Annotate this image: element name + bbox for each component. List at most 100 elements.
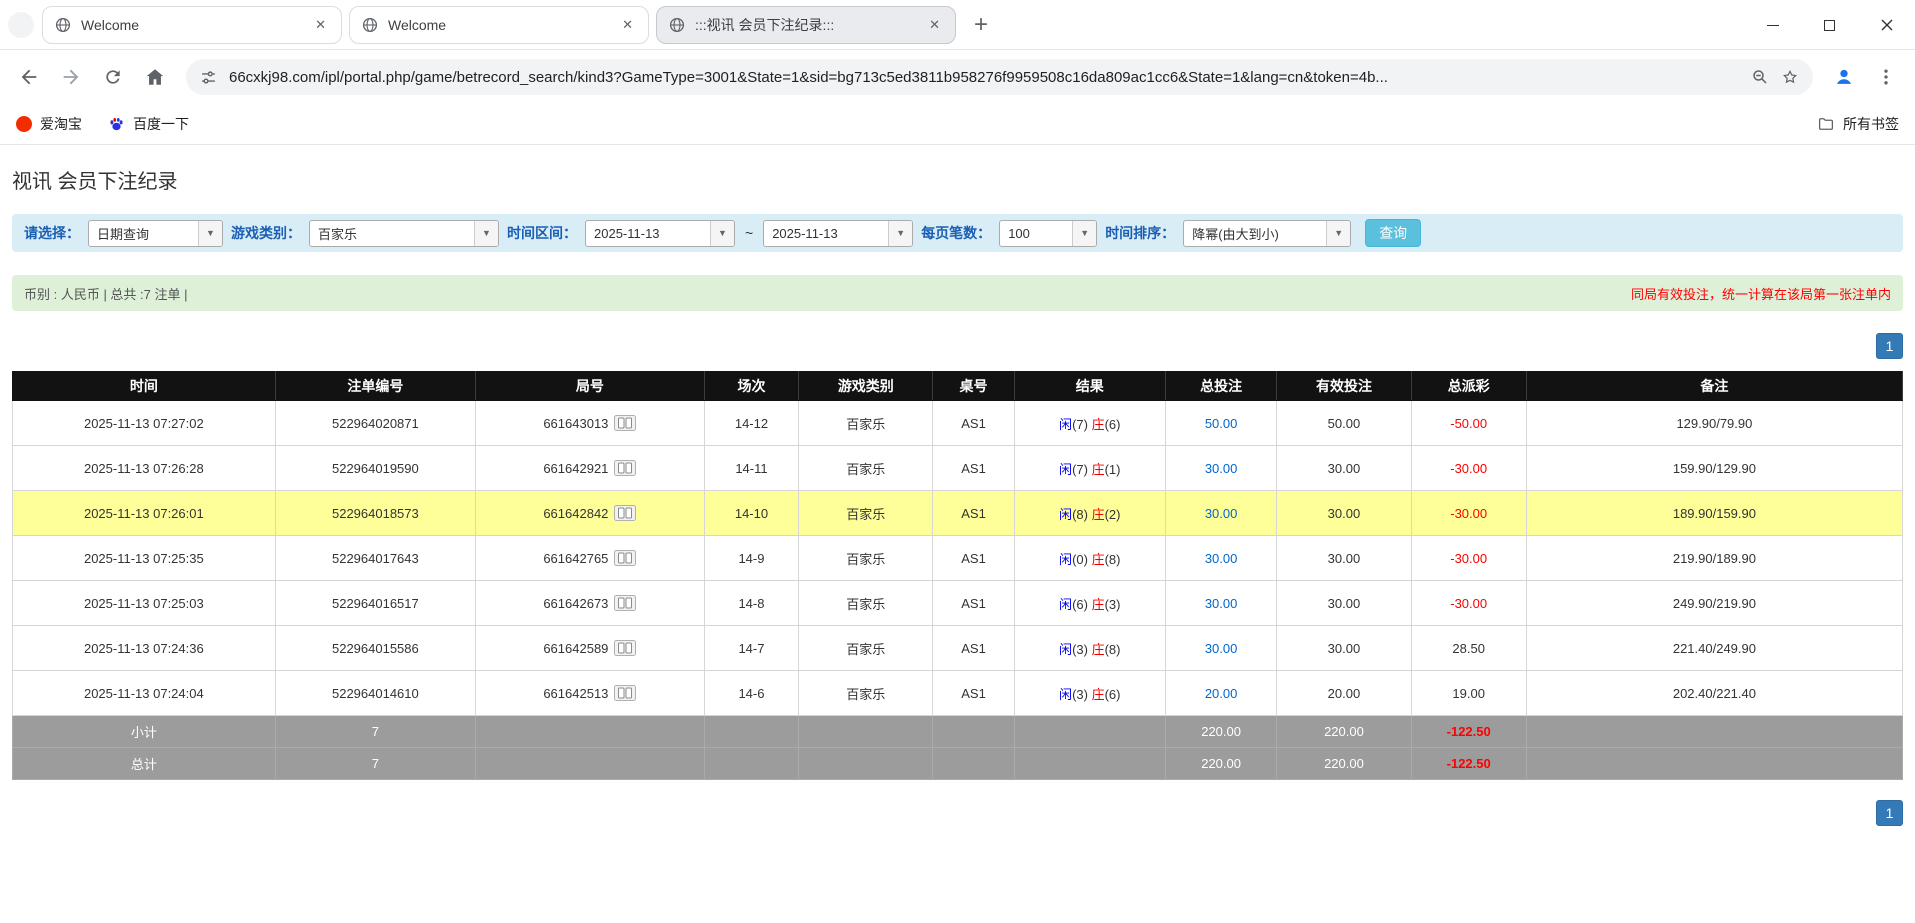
total-bet-link[interactable]: 30.00: [1205, 596, 1238, 611]
round-result-image-button[interactable]: [614, 415, 636, 431]
cell-note: 129.90/79.90: [1526, 401, 1902, 446]
baidu-paw-icon: [108, 116, 125, 133]
cell-time: 2025-11-13 07:25:35: [13, 536, 276, 581]
summary-count: 7: [275, 748, 475, 780]
globe-favicon-icon: [669, 17, 685, 33]
column-header: 备注: [1526, 372, 1902, 401]
globe-favicon-icon: [362, 17, 378, 33]
reload-button[interactable]: [94, 58, 132, 96]
cell-total-bet: 30.00: [1165, 536, 1277, 581]
page-size-value: 100: [1000, 221, 1072, 246]
all-bookmarks-button[interactable]: 所有书签: [1817, 114, 1899, 134]
page-title: 视讯 会员下注纪录: [12, 165, 1903, 194]
summary-row: 总计7220.00220.00-122.50: [13, 748, 1903, 780]
total-bet-link[interactable]: 20.00: [1205, 686, 1238, 701]
banker-result: 庄: [1092, 552, 1105, 567]
round-result-image-button[interactable]: [614, 595, 636, 611]
column-header: 游戏类别: [799, 372, 933, 401]
home-icon: [144, 66, 166, 88]
date-to-value: 2025-11-13: [764, 221, 888, 246]
total-bet-link[interactable]: 50.00: [1205, 416, 1238, 431]
date-to-select[interactable]: 2025-11-13 ▼: [763, 220, 913, 247]
round-result-image-button[interactable]: [614, 505, 636, 521]
sort-label: 时间排序：: [1105, 223, 1175, 243]
cell-result: 闲(6) 庄(3): [1014, 581, 1165, 626]
site-settings-tune-icon[interactable]: [200, 69, 217, 86]
player-result: 闲: [1059, 687, 1072, 702]
column-header: 局号: [476, 372, 705, 401]
total-bet-link[interactable]: 30.00: [1205, 506, 1238, 521]
cell-session: 14-8: [704, 581, 799, 626]
page-size-select[interactable]: 100 ▼: [999, 220, 1097, 247]
round-result-image-button[interactable]: [614, 460, 636, 476]
address-bar[interactable]: 66cxkj98.com/ipl/portal.php/game/betreco…: [186, 59, 1813, 95]
date-from-select[interactable]: 2025-11-13 ▼: [585, 220, 735, 247]
tab-search-button[interactable]: [8, 12, 34, 38]
search-button[interactable]: 查询: [1365, 219, 1421, 247]
summary-label: 总计: [13, 748, 276, 780]
browser-menu-button[interactable]: [1867, 58, 1905, 96]
cell-payout: -50.00: [1411, 401, 1526, 446]
bookmark-taobao[interactable]: 爱淘宝: [16, 114, 82, 134]
query-type-select[interactable]: 日期查询 ▼: [88, 220, 223, 247]
round-result-image-button[interactable]: [614, 685, 636, 701]
forward-button[interactable]: [52, 58, 90, 96]
browser-tab-1[interactable]: Welcome ✕: [42, 6, 342, 44]
round-result-image-button[interactable]: [614, 640, 636, 656]
taobao-icon: [16, 116, 32, 132]
cell-note: 189.90/159.90: [1526, 491, 1902, 536]
profile-button[interactable]: [1825, 58, 1863, 96]
cell-bet-id: 522964018573: [275, 491, 475, 536]
total-bet-link[interactable]: 30.00: [1205, 551, 1238, 566]
round-result-image-button[interactable]: [614, 550, 636, 566]
player-result: 闲: [1059, 507, 1072, 522]
window-minimize-button[interactable]: [1744, 0, 1801, 50]
cell-round: 661642513: [476, 671, 705, 716]
window-maximize-button[interactable]: [1801, 0, 1858, 50]
cell-total-bet: 50.00: [1165, 401, 1277, 446]
browser-tab-2[interactable]: Welcome ✕: [349, 6, 649, 44]
cell-game-type: 百家乐: [799, 626, 933, 671]
cell-time: 2025-11-13 07:25:03: [13, 581, 276, 626]
cell-valid-bet: 20.00: [1277, 671, 1411, 716]
summary-payout: -122.50: [1411, 748, 1526, 780]
cell-time: 2025-11-13 07:24:04: [13, 671, 276, 716]
zoom-out-icon[interactable]: [1751, 68, 1769, 86]
total-bet-link[interactable]: 30.00: [1205, 461, 1238, 476]
minimize-icon: [1767, 25, 1779, 26]
window-close-button[interactable]: [1858, 0, 1915, 50]
back-button[interactable]: [10, 58, 48, 96]
cell-table-no: AS1: [933, 671, 1014, 716]
game-type-select[interactable]: 百家乐 ▼: [309, 220, 499, 247]
cell-session: 14-10: [704, 491, 799, 536]
cell-session: 14-6: [704, 671, 799, 716]
page-size-label: 每页笔数：: [921, 223, 991, 243]
browser-tab-3-active[interactable]: :::视讯 会员下注纪录::: ✕: [656, 6, 956, 44]
query-type-label: 请选择：: [24, 223, 80, 243]
sort-value: 降幂(由大到小): [1184, 221, 1326, 246]
tab-close-icon[interactable]: ✕: [926, 15, 943, 34]
page-1-button[interactable]: 1: [1876, 800, 1903, 826]
sort-select[interactable]: 降幂(由大到小) ▼: [1183, 220, 1351, 247]
player-result: 闲: [1059, 597, 1072, 612]
player-result: 闲: [1059, 462, 1072, 477]
cell-game-type: 百家乐: [799, 401, 933, 446]
cell-round: 661642842: [476, 491, 705, 536]
cell-note: 221.40/249.90: [1526, 626, 1902, 671]
table-header-row: 时间注单编号局号场次游戏类别桌号结果总投注有效投注总派彩备注: [13, 372, 1903, 401]
forward-arrow-icon: [60, 66, 82, 88]
maximize-icon: [1824, 20, 1835, 31]
cell-total-bet: 30.00: [1165, 581, 1277, 626]
url-text[interactable]: 66cxkj98.com/ipl/portal.php/game/betreco…: [229, 69, 1739, 86]
tab-close-icon[interactable]: ✕: [619, 15, 636, 34]
bookmark-star-icon[interactable]: [1781, 68, 1799, 86]
column-header: 总派彩: [1411, 372, 1526, 401]
bookmark-baidu[interactable]: 百度一下: [108, 114, 189, 134]
home-button[interactable]: [136, 58, 174, 96]
summary-valid-bet: 220.00: [1277, 716, 1411, 748]
new-tab-button[interactable]: +: [963, 7, 999, 43]
total-bet-link[interactable]: 30.00: [1205, 641, 1238, 656]
page-1-button[interactable]: 1: [1876, 333, 1903, 359]
tab-close-icon[interactable]: ✕: [312, 15, 329, 34]
cell-game-type: 百家乐: [799, 491, 933, 536]
